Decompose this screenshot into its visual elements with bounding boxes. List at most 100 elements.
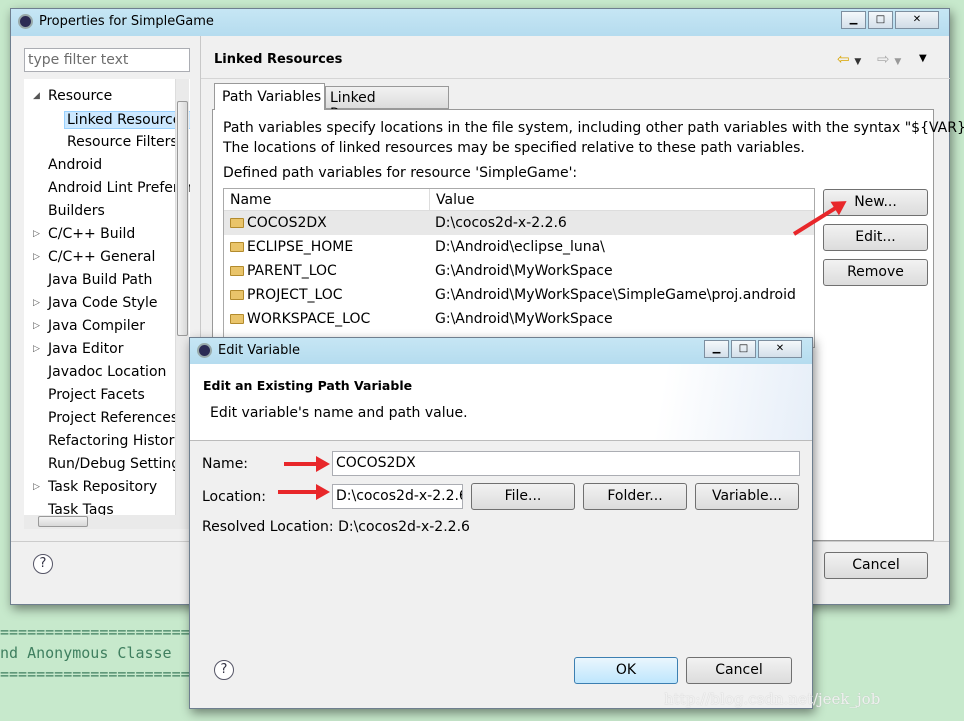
- tree-horizontal-scrollbar[interactable]: [24, 515, 190, 529]
- description-line-1: Path variables specify locations in the …: [223, 120, 964, 136]
- tree-item[interactable]: Project Facets: [48, 387, 145, 403]
- column-header-name[interactable]: Name: [230, 192, 271, 208]
- description-line-2: The locations of linked resources may be…: [223, 140, 805, 156]
- resolved-value: D:\cocos2d-x-2.2.6: [338, 519, 470, 535]
- tree-item[interactable]: Task Tags: [48, 502, 114, 515]
- tree-item[interactable]: ▷ C/C++ Build: [33, 226, 135, 242]
- variable-value: G:\Android\MyWorkSpace: [435, 263, 613, 279]
- collapsed-twisty-icon[interactable]: ▷: [33, 298, 40, 308]
- folder-icon: [230, 266, 244, 276]
- location-input[interactable]: D:\cocos2d-x-2.2.6: [332, 484, 463, 509]
- folder-icon: [230, 218, 244, 228]
- variable-name: COCOS2DX: [247, 215, 327, 231]
- tree-item[interactable]: ▷ Java Code Style: [33, 295, 157, 311]
- tree-item[interactable]: ▷ Java Editor: [33, 341, 124, 357]
- annotation-arrow: [278, 484, 330, 500]
- collapsed-twisty-icon[interactable]: ▷: [33, 252, 40, 262]
- collapsed-twisty-icon[interactable]: ▷: [33, 229, 40, 239]
- table-header: Name Value: [224, 189, 814, 211]
- tree-item[interactable]: Java Build Path: [48, 272, 152, 288]
- variable-button[interactable]: Variable...: [695, 483, 799, 510]
- page-title: Linked Resources: [214, 52, 343, 67]
- tree-item[interactable]: ▷ Java Compiler: [33, 318, 145, 334]
- help-icon[interactable]: ?: [214, 660, 234, 680]
- variable-name: PARENT_LOC: [247, 263, 337, 279]
- tree-item-label: C/C++ General: [48, 249, 156, 265]
- minimize-button[interactable]: ▁: [841, 11, 866, 29]
- path-variables-table: Name Value COCOS2DX D:\cocos2d-x-2.2.6 ECL…: [223, 188, 815, 348]
- forward-arrow-icon[interactable]: ⇨ ▼: [877, 50, 901, 68]
- folder-icon: [230, 290, 244, 300]
- tree-item-label: Builders: [48, 203, 105, 219]
- annotation-arrow: [284, 456, 330, 472]
- tree-item[interactable]: ▷ Task Repository: [33, 479, 158, 495]
- tree-item-label: Javadoc Location: [48, 364, 167, 380]
- maximize-button[interactable]: □: [868, 11, 893, 29]
- tree-vertical-scrollbar[interactable]: [175, 79, 189, 515]
- file-button[interactable]: File...: [471, 483, 575, 510]
- dialog-title: Edit Variable: [218, 343, 300, 358]
- expanded-twisty-icon[interactable]: ◢: [33, 91, 40, 101]
- watermark: http://blog.csdn.net/jeek_job: [664, 690, 881, 708]
- filter-input[interactable]: type filter text: [24, 48, 190, 72]
- tree-item[interactable]: Android Lint Preferences: [48, 180, 190, 196]
- tree-item[interactable]: Linked Resources: [64, 111, 190, 129]
- collapsed-twisty-icon[interactable]: ▷: [33, 321, 40, 331]
- close-button[interactable]: ✕: [758, 340, 802, 358]
- edit-variable-dialog: Edit Variable ▁ □ ✕ Edit an Existing Pat…: [189, 337, 813, 709]
- help-icon[interactable]: ?: [33, 554, 53, 574]
- variable-value: D:\Android\eclipse_luna\: [435, 239, 605, 255]
- table-row[interactable]: COCOS2DX D:\cocos2d-x-2.2.6: [224, 211, 814, 235]
- edit-button[interactable]: Edit...: [823, 224, 928, 251]
- cancel-button[interactable]: Cancel: [824, 552, 928, 579]
- table-row[interactable]: PROJECT_LOC G:\Android\MyWorkSpace\Simple…: [224, 283, 814, 307]
- dialog-header: Edit an Existing Path Variable Edit vari…: [190, 364, 812, 441]
- close-button[interactable]: ✕: [895, 11, 939, 29]
- scrollbar-thumb[interactable]: [177, 101, 188, 336]
- scrollbar-thumb[interactable]: [38, 516, 88, 527]
- tab-linked-resources[interactable]: Linked Resources: [325, 86, 449, 122]
- column-header-value[interactable]: Value: [429, 189, 474, 211]
- tree-item[interactable]: ◢ Resource: [33, 88, 112, 104]
- collapsed-twisty-icon[interactable]: ▷: [33, 344, 40, 354]
- back-arrow-icon[interactable]: ⇦ ▼: [837, 50, 861, 68]
- properties-tree: ◢ Resource Linked Resources Resource Filter…: [24, 79, 190, 515]
- tree-item-label: Task Tags: [48, 502, 114, 515]
- tree-item-label: Task Repository: [48, 479, 158, 495]
- tree-item-label: Java Editor: [48, 341, 124, 357]
- tree-item-label: Project References: [48, 410, 179, 426]
- minimize-button[interactable]: ▁: [704, 340, 729, 358]
- tree-item[interactable]: Resource Filters: [67, 134, 178, 150]
- folder-button[interactable]: Folder...: [583, 483, 687, 510]
- view-menu-icon[interactable]: ▼: [919, 53, 927, 64]
- variable-name: PROJECT_LOC: [247, 287, 343, 303]
- tree-item[interactable]: Android: [48, 157, 102, 173]
- table-row[interactable]: PARENT_LOC G:\Android\MyWorkSpace: [224, 259, 814, 283]
- tree-item-label: Resource Filters: [67, 134, 178, 150]
- folder-icon: [230, 314, 244, 324]
- tree-item-label: Android Lint Preferences: [48, 180, 190, 196]
- dialog-description: Edit variable's name and path value.: [210, 405, 468, 421]
- tree-item[interactable]: Builders: [48, 203, 105, 219]
- tree-item[interactable]: ▷ C/C++ General: [33, 249, 156, 265]
- tree-item[interactable]: Javadoc Location: [48, 364, 166, 380]
- collapsed-twisty-icon[interactable]: ▷: [33, 482, 40, 492]
- tree-item-label: Project Facets: [48, 387, 145, 403]
- table-row[interactable]: WORKSPACE_LOC G:\Android\MyWorkSpace: [224, 307, 814, 331]
- tree-item[interactable]: Project References: [48, 410, 178, 426]
- title-bar: Properties for SimpleGame ▁ □ ✕: [11, 9, 949, 36]
- tree-item-label: Linked Resources: [67, 112, 189, 128]
- tree-item[interactable]: Run/Debug Settings: [48, 456, 187, 472]
- tree-item-label: Java Build Path: [48, 272, 153, 288]
- name-input[interactable]: COCOS2DX: [332, 451, 800, 476]
- maximize-button[interactable]: □: [731, 340, 756, 358]
- tab-path-variables[interactable]: Path Variables: [214, 83, 325, 110]
- tree-item[interactable]: Refactoring History: [48, 433, 183, 449]
- cancel-button[interactable]: Cancel: [686, 657, 792, 684]
- remove-button[interactable]: Remove: [823, 259, 928, 286]
- ok-button[interactable]: OK: [574, 657, 678, 684]
- tree-item-label: Run/Debug Settings: [48, 456, 188, 472]
- table-row[interactable]: ECLIPSE_HOME D:\Android\eclipse_luna\: [224, 235, 814, 259]
- tree-item-label: Android: [48, 157, 103, 173]
- bg-code-line: nd Anonymous Classe: [0, 644, 172, 662]
